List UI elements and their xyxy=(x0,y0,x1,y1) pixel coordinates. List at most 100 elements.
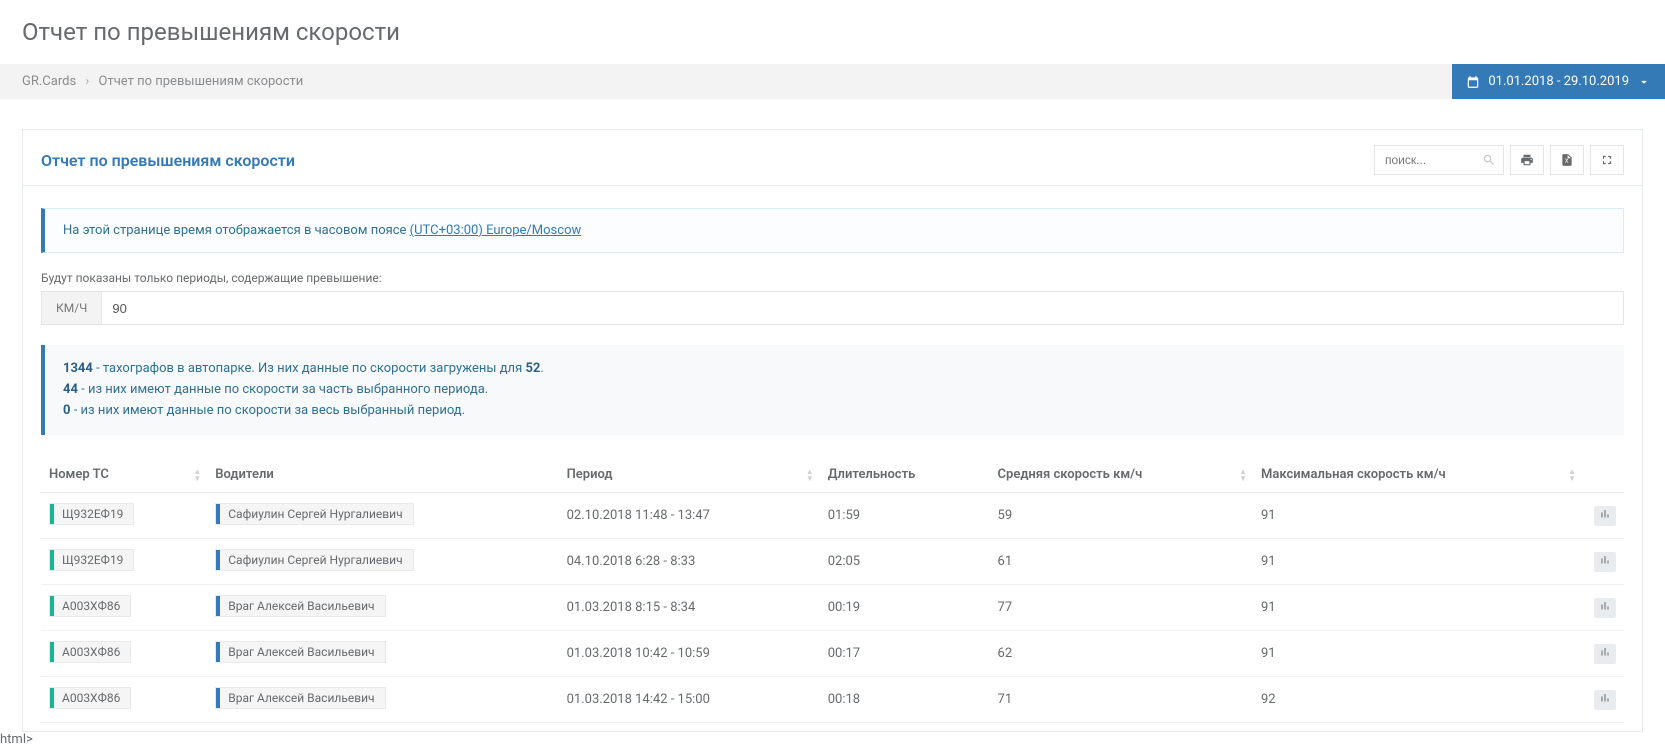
date-range-text: 01.01.2018 - 29.10.2019 xyxy=(1488,74,1629,89)
expand-icon xyxy=(1600,153,1614,167)
stat-partial: 44 xyxy=(63,382,78,397)
col-drivers-label: Водители xyxy=(215,467,274,482)
bar-chart-icon xyxy=(1599,692,1611,708)
cell-avg-speed: 62 xyxy=(990,631,1253,677)
vehicle-number: А003ХФ86 xyxy=(62,691,120,705)
stat-line1b: . xyxy=(540,361,543,376)
search-icon xyxy=(1482,153,1496,167)
panel-title: Отчет по превышениям скорости xyxy=(41,151,295,170)
col-period[interactable]: Период ▲▼ xyxy=(559,457,820,493)
vehicle-tag[interactable]: А003ХФ86 xyxy=(49,595,131,617)
timezone-note-prefix: На этой странице время отображается в ча… xyxy=(63,223,410,238)
data-table: Номер ТС▲▼ Водители Период ▲▼ Длительност… xyxy=(41,457,1624,723)
row-chart-button[interactable] xyxy=(1594,690,1616,710)
tag-bar xyxy=(50,688,54,708)
row-chart-button[interactable] xyxy=(1594,644,1616,664)
stats-note: 1344 - тахографов в автопарке. Из них да… xyxy=(41,345,1624,435)
search-wrap xyxy=(1374,145,1504,175)
panel-tools xyxy=(1374,145,1624,175)
vehicle-number: А003ХФ86 xyxy=(62,599,120,613)
table-row: А003ХФ86 Враг Алексей Васильевич 01.03.201… xyxy=(41,585,1624,631)
export-excel-button[interactable] xyxy=(1550,145,1584,175)
search-input[interactable] xyxy=(1375,146,1475,174)
driver-tag[interactable]: Враг Алексей Васильевич xyxy=(215,595,385,617)
cell-period: 01.03.2018 14:42 - 15:00 xyxy=(559,677,820,723)
vehicle-number: Щ932ЕФ19 xyxy=(62,553,123,567)
search-button[interactable] xyxy=(1475,146,1503,174)
table-row: Щ932ЕФ19 Сафиулин Сергей Нургалиевич 02.10… xyxy=(41,493,1624,539)
stat-line3: - из них имеют данные по скорости за вес… xyxy=(70,403,465,418)
tag-bar xyxy=(216,688,220,708)
col-drivers[interactable]: Водители xyxy=(207,457,558,493)
threshold-unit: КМ/Ч xyxy=(41,291,102,325)
driver-name: Сафиулин Сергей Нургалиевич xyxy=(228,553,402,567)
row-chart-button[interactable] xyxy=(1594,552,1616,572)
threshold-input[interactable] xyxy=(102,291,1624,325)
vehicle-tag[interactable]: А003ХФ86 xyxy=(49,687,131,709)
driver-name: Враг Алексей Васильевич xyxy=(228,599,374,613)
cell-period: 01.03.2018 8:15 - 8:34 xyxy=(559,585,820,631)
bar-chart-icon xyxy=(1599,508,1611,524)
sort-icon: ▲▼ xyxy=(806,468,814,482)
cell-duration: 00:17 xyxy=(820,631,990,677)
driver-name: Враг Алексей Васильевич xyxy=(228,691,374,705)
col-avg-speed[interactable]: Средняя скорость км/ч▲▼ xyxy=(990,457,1253,493)
cell-max-speed: 91 xyxy=(1253,493,1582,539)
cell-duration: 00:19 xyxy=(820,585,990,631)
tag-bar xyxy=(50,550,54,570)
driver-name: Враг Алексей Васильевич xyxy=(228,645,374,659)
file-excel-icon xyxy=(1560,153,1574,167)
row-chart-button[interactable] xyxy=(1594,598,1616,618)
col-vehicle[interactable]: Номер ТС▲▼ xyxy=(41,457,207,493)
threshold-input-group: КМ/Ч xyxy=(41,291,1624,325)
cell-period: 01.03.2018 10:42 - 10:59 xyxy=(559,631,820,677)
driver-tag[interactable]: Враг Алексей Васильевич xyxy=(215,641,385,663)
stat-loaded: 52 xyxy=(525,361,540,376)
cell-avg-speed: 71 xyxy=(990,677,1253,723)
col-period-label: Период xyxy=(567,467,613,482)
tag-bar xyxy=(216,550,220,570)
stat-total: 1344 xyxy=(63,361,93,376)
vehicle-tag[interactable]: А003ХФ86 xyxy=(49,641,131,663)
col-avg-label: Средняя скорость км/ч xyxy=(998,467,1143,482)
driver-tag[interactable]: Сафиулин Сергей Нургалиевич xyxy=(215,549,413,571)
report-panel: Отчет по превышениям скорости xyxy=(22,129,1643,732)
col-vehicle-label: Номер ТС xyxy=(49,467,109,482)
tag-bar xyxy=(216,504,220,524)
cell-period: 02.10.2018 11:48 - 13:47 xyxy=(559,493,820,539)
cell-avg-speed: 77 xyxy=(990,585,1253,631)
tag-bar xyxy=(50,596,54,616)
col-action xyxy=(1582,457,1624,493)
tag-bar xyxy=(50,504,54,524)
driver-tag[interactable]: Враг Алексей Васильевич xyxy=(215,687,385,709)
vehicle-number: Щ932ЕФ19 xyxy=(62,507,123,521)
col-duration-label: Длительность xyxy=(828,467,916,482)
vehicle-tag[interactable]: Щ932ЕФ19 xyxy=(49,503,134,525)
row-chart-button[interactable] xyxy=(1594,506,1616,526)
tag-bar xyxy=(216,642,220,662)
breadcrumb-bar: GR.Cards › Отчет по превышениям скорости… xyxy=(0,64,1665,99)
driver-name: Сафиулин Сергей Нургалиевич xyxy=(228,507,402,521)
stat-line1a: - тахографов в автопарке. Из них данные … xyxy=(93,361,526,376)
col-max-speed[interactable]: Максимальная скорость км/ч▲▼ xyxy=(1253,457,1582,493)
bar-chart-icon xyxy=(1599,646,1611,662)
col-max-label: Максимальная скорость км/ч xyxy=(1261,467,1446,482)
tag-bar xyxy=(216,596,220,616)
timezone-link[interactable]: (UTC+03:00) Europe/Moscow xyxy=(410,223,582,238)
panel-header: Отчет по превышениям скорости xyxy=(23,130,1642,186)
table-row: Щ932ЕФ19Сафиулин Сергей Нургалиевич04.10… xyxy=(41,539,1624,585)
cell-max-speed: 91 xyxy=(1253,631,1582,677)
breadcrumb-current: Отчет по превышениям скорости xyxy=(99,74,304,89)
breadcrumb-separator: › xyxy=(85,74,89,89)
print-button[interactable] xyxy=(1510,145,1544,175)
col-duration[interactable]: Длительность xyxy=(820,457,990,493)
date-range-picker[interactable]: 01.01.2018 - 29.10.2019 xyxy=(1452,64,1665,99)
driver-tag[interactable]: Сафиулин Сергей Нургалиевич xyxy=(215,503,413,525)
fullscreen-button[interactable] xyxy=(1590,145,1624,175)
page-title: Отчет по превышениям скорости xyxy=(22,18,1643,46)
cell-max-speed: 92 xyxy=(1253,677,1582,723)
timezone-note: На этой странице время отображается в ча… xyxy=(41,208,1624,253)
chevron-down-icon xyxy=(1637,75,1651,89)
vehicle-tag[interactable]: Щ932ЕФ19 xyxy=(49,549,134,571)
breadcrumb-root[interactable]: GR.Cards xyxy=(22,74,76,89)
